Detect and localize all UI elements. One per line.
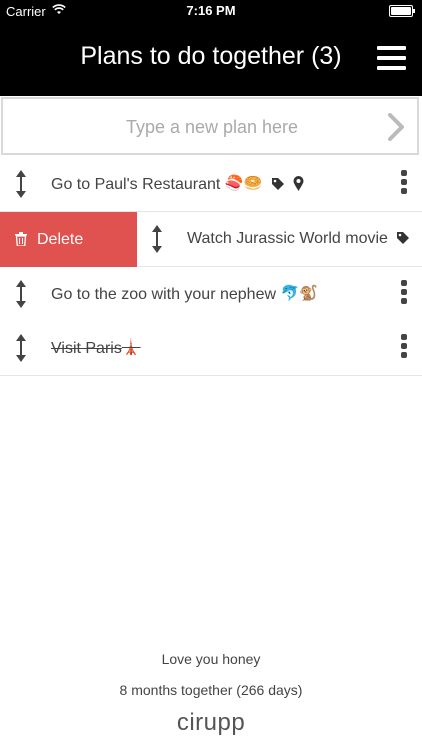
- drag-handle-icon[interactable]: [15, 169, 27, 204]
- plan-text: Visit Paris: [51, 340, 122, 357]
- plan-label: Visit Paris🗼: [51, 338, 141, 358]
- status-time: 7:16 PM: [186, 3, 236, 18]
- more-options-icon[interactable]: [401, 280, 407, 307]
- drag-handle-icon[interactable]: [151, 224, 163, 259]
- plan-row[interactable]: Watch Jurassic World movie: [137, 212, 422, 267]
- chevron-right-icon[interactable]: [387, 113, 405, 146]
- tag-icon: [271, 177, 285, 196]
- location-pin-icon: [293, 176, 304, 196]
- page-title: Plans to do together (3): [80, 42, 342, 70]
- drag-handle-icon[interactable]: [15, 279, 27, 314]
- new-plan-input[interactable]: [3, 99, 421, 155]
- delete-button[interactable]: Delete: [0, 212, 137, 267]
- footer-message: Love you honey: [161, 651, 261, 667]
- plan-label: Go to Paul's Restaurant 🍣🥯: [51, 174, 304, 196]
- plan-text: Go to Paul's Restaurant: [51, 176, 221, 193]
- status-bar: Carrier 7:16 PM: [0, 0, 422, 22]
- plan-row[interactable]: Go to Paul's Restaurant 🍣🥯: [0, 157, 422, 212]
- battery-icon: [389, 5, 415, 17]
- plan-label: Go to the zoo with your nephew 🐬🐒: [51, 284, 318, 304]
- trash-icon: [15, 232, 27, 251]
- brand-logo: cirupp: [176, 709, 246, 736]
- hamburger-menu-icon[interactable]: [377, 46, 406, 72]
- new-plan-field[interactable]: [1, 97, 421, 155]
- plan-row[interactable]: Go to the zoo with your nephew 🐬🐒: [0, 267, 422, 322]
- plan-text: Watch Jurassic World movie: [187, 230, 388, 247]
- plan-row[interactable]: Visit Paris🗼: [0, 321, 422, 376]
- plan-emoji: 🗼: [121, 339, 141, 356]
- delete-label: Delete: [37, 231, 84, 248]
- more-options-icon[interactable]: [401, 170, 407, 197]
- drag-handle-icon[interactable]: [15, 333, 27, 368]
- relationship-duration: 8 months together (266 days): [119, 682, 303, 698]
- plan-emoji: 🐬🐒: [280, 285, 318, 302]
- plan-text: Go to the zoo with your nephew: [51, 286, 277, 303]
- tag-icon: [396, 231, 410, 250]
- plan-emoji: 🍣🥯: [224, 175, 263, 192]
- top-bar: Carrier 7:16 PM Plans to do together (3): [0, 0, 422, 96]
- plan-label: Watch Jurassic World movie: [187, 230, 410, 250]
- more-options-icon[interactable]: [401, 334, 407, 361]
